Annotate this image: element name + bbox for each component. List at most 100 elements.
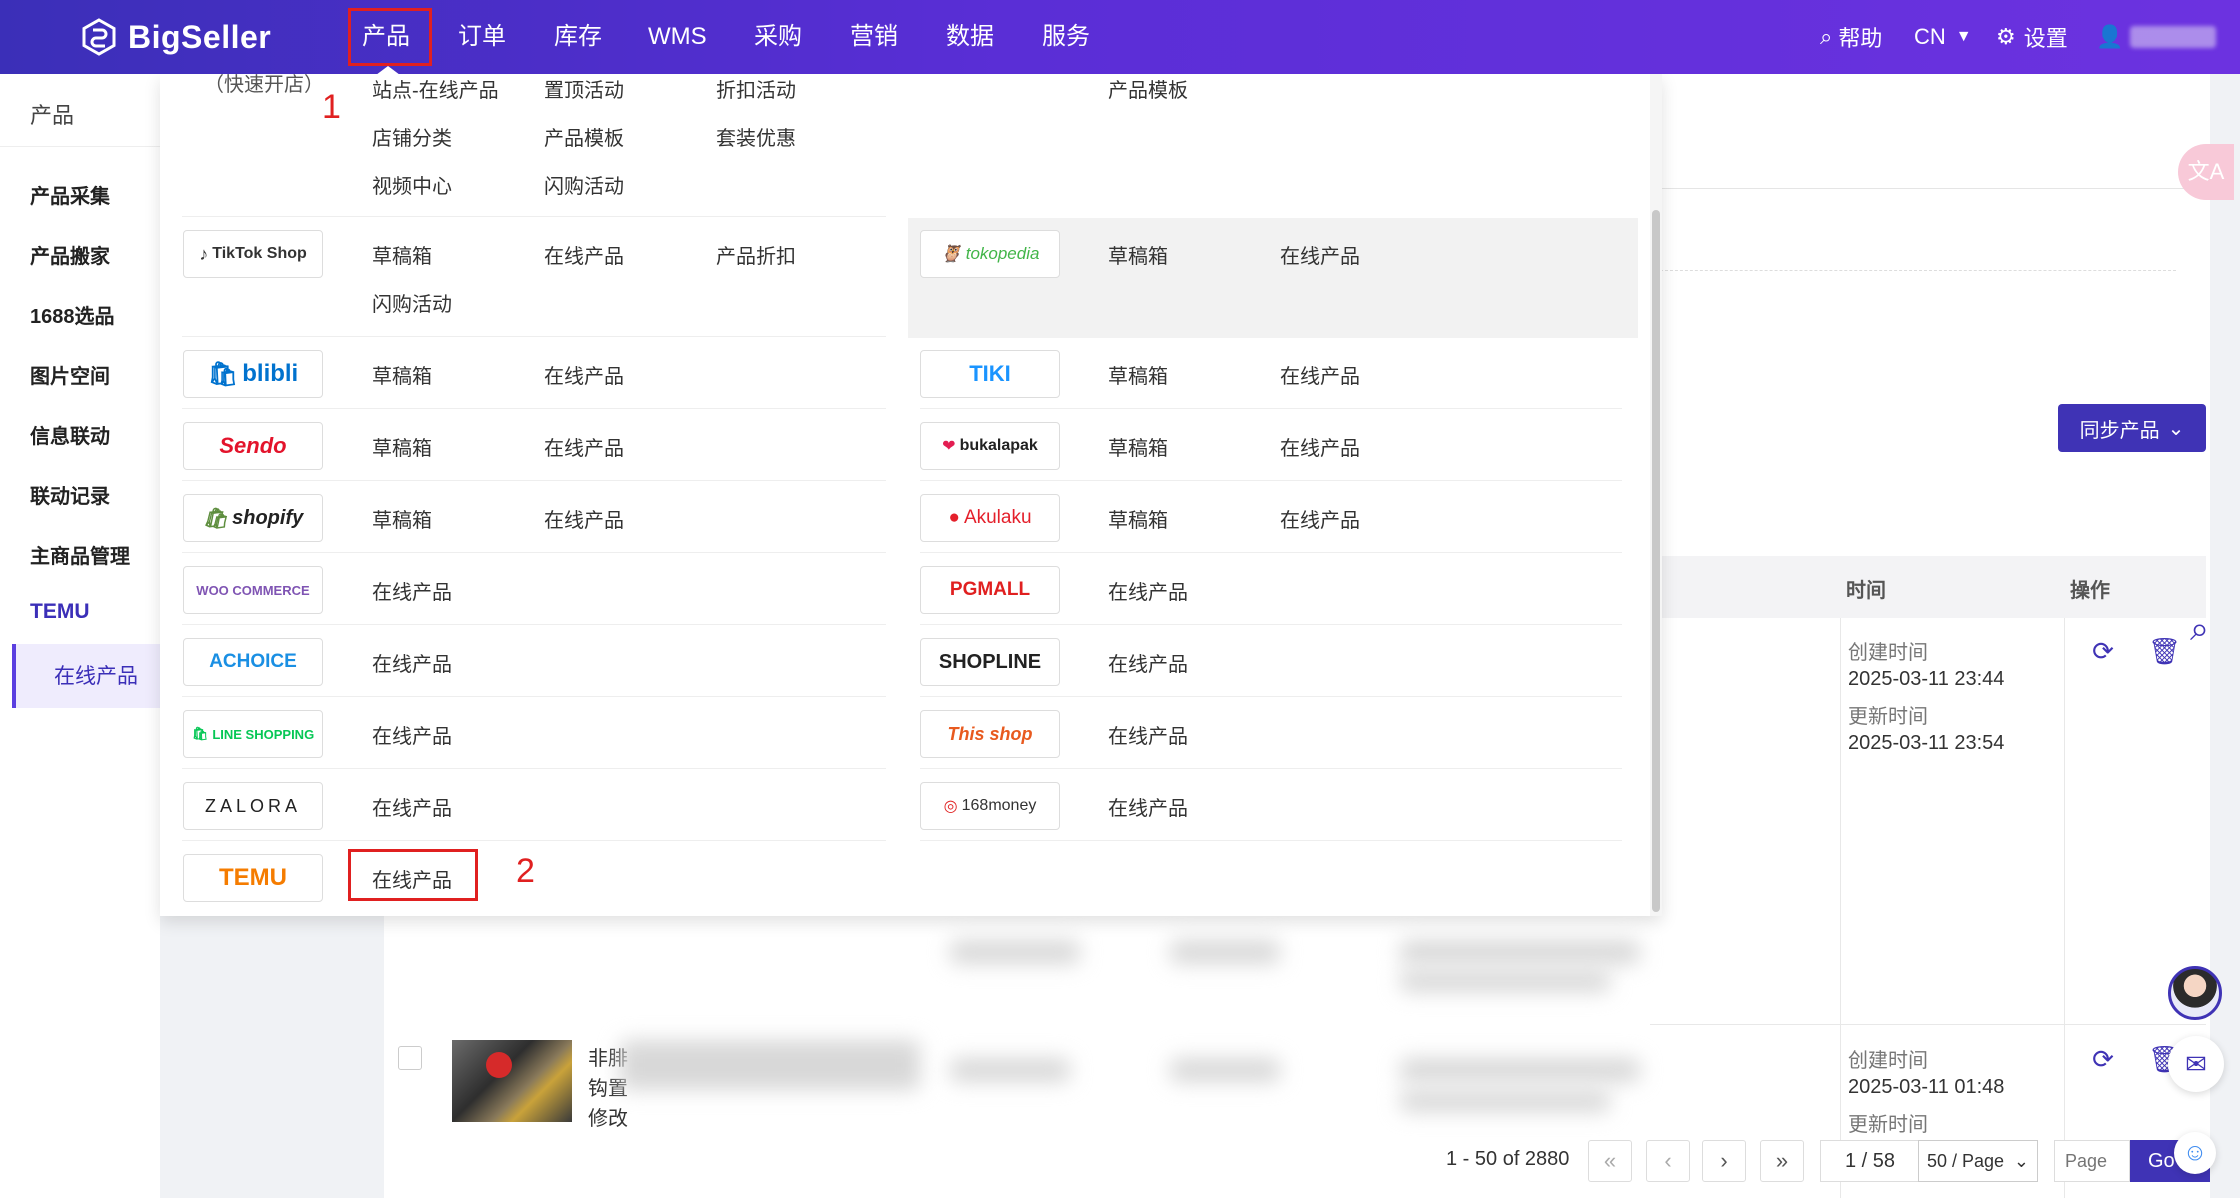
app-logo[interactable]: BigSeller <box>80 16 271 58</box>
platform-logo-temu: TEMU <box>183 854 323 902</box>
menu-link-product-template[interactable]: 产品模板 <box>1108 74 1188 103</box>
chat-icon[interactable]: ✉ <box>2168 1036 2224 1092</box>
platform-logo-akulaku: ● Akulaku <box>920 494 1060 542</box>
menu-scrollbar-thumb[interactable] <box>1652 210 1660 912</box>
platform-name: 168money <box>961 797 1037 814</box>
language-selector[interactable]: CN ▼ <box>1914 0 1972 74</box>
menu-link-online-products[interactable]: 在线产品 <box>1280 240 1360 269</box>
search-icon[interactable]: ⌕ <box>2190 610 2209 649</box>
divider <box>182 696 886 697</box>
platform-logo-tiktok-shop: ♪ TikTok Shop <box>183 230 323 278</box>
menu-link-online-products[interactable]: 在线产品 <box>1280 504 1360 533</box>
row-checkbox[interactable] <box>398 1046 422 1070</box>
search-icon: ⌕ <box>1820 24 1833 49</box>
menu-link-online-products[interactable]: 在线产品 <box>544 504 624 533</box>
menu-link-online-products[interactable]: 在线产品 <box>1280 360 1360 389</box>
user-name-blurred[interactable] <box>2130 26 2216 48</box>
platform-logo-shopify: 🛍 shopify <box>183 494 323 542</box>
menu-link-flash-sale[interactable]: 闪购活动 <box>544 170 624 199</box>
sidebar-item-1688-selection[interactable]: 1688选品 <box>30 300 115 329</box>
annotation-box-1 <box>348 8 432 66</box>
menu-link-drafts[interactable]: 草稿箱 <box>372 432 432 461</box>
menu-link-site-online-products[interactable]: 站点-在线产品 <box>372 74 499 103</box>
menu-link-online-products[interactable]: 在线产品 <box>372 720 452 749</box>
menu-link-drafts[interactable]: 草稿箱 <box>1108 360 1168 389</box>
bigseller-logo-icon <box>82 18 116 56</box>
menu-link-online-products[interactable]: 在线产品 <box>1108 648 1188 677</box>
menu-link-online-products[interactable]: 在线产品 <box>544 432 624 461</box>
product-name-line[interactable]: 修改 <box>588 1102 628 1131</box>
blurred-content <box>950 1058 1070 1082</box>
blurred-content <box>1400 970 1610 992</box>
platform-name: TEMU <box>219 864 287 891</box>
settings-link[interactable]: ⚙ 设置 <box>1996 0 2068 74</box>
delete-icon[interactable]: 🗑 <box>2148 636 2181 666</box>
menu-link-drafts[interactable]: 草稿箱 <box>1108 504 1168 533</box>
platform-name: bukalapak <box>959 437 1038 454</box>
translate-icon[interactable]: 文A <box>2178 144 2234 200</box>
nav-data[interactable]: 数据 <box>946 0 994 74</box>
menu-link-online-products[interactable]: 在线产品 <box>1108 720 1188 749</box>
support-avatar[interactable] <box>2168 966 2222 1020</box>
sync-icon[interactable]: ⟳ <box>2088 636 2118 666</box>
menu-link-drafts[interactable]: 草稿箱 <box>1108 240 1168 269</box>
sidebar-item-linkage-records[interactable]: 联动记录 <box>30 480 110 509</box>
help-link[interactable]: ⌕ 帮助 <box>1820 0 1882 74</box>
updated-time-value: 2025-03-11 23:54 <box>1848 732 2005 754</box>
menu-link-online-products[interactable]: 在线产品 <box>544 360 624 389</box>
user-icon[interactable]: 👤 <box>2096 0 2123 74</box>
divider <box>920 552 1622 553</box>
menu-link-online-products[interactable]: 在线产品 <box>1108 576 1188 605</box>
menu-link-online-products[interactable]: 在线产品 <box>544 240 624 269</box>
page-jump-input[interactable] <box>2054 1140 2130 1182</box>
menu-link-product-discount[interactable]: 产品折扣 <box>716 240 796 269</box>
nav-services[interactable]: 服务 <box>1042 0 1090 74</box>
menu-link-store-category[interactable]: 店铺分类 <box>372 122 452 151</box>
menu-link-drafts[interactable]: 草稿箱 <box>1108 432 1168 461</box>
divider <box>182 624 886 625</box>
sidebar-item-master-products[interactable]: 主商品管理 <box>30 540 130 569</box>
nav-marketing[interactable]: 营销 <box>850 0 898 74</box>
divider <box>920 696 1622 697</box>
nav-inventory[interactable]: 库存 <box>554 0 602 74</box>
annotation-number-2: 2 <box>516 852 535 890</box>
page-size-select[interactable]: 50 / Page ⌄ <box>1918 1140 2038 1182</box>
nav-orders[interactable]: 订单 <box>458 0 506 74</box>
menu-link-online-products[interactable]: 在线产品 <box>1280 432 1360 461</box>
annotation-number-1: 1 <box>322 88 341 126</box>
menu-link-discount-promotion[interactable]: 折扣活动 <box>716 74 796 103</box>
menu-link-product-template[interactable]: 产品模板 <box>544 122 624 151</box>
divider <box>182 840 886 841</box>
menu-link-pin-promotion[interactable]: 置顶活动 <box>544 74 624 103</box>
menu-link-flash-sale[interactable]: 闪购活动 <box>372 288 452 317</box>
sidebar-item-image-space[interactable]: 图片空间 <box>30 360 110 389</box>
prev-page-button[interactable]: ‹ <box>1646 1140 1690 1182</box>
menu-link-bundle-deal[interactable]: 套装优惠 <box>716 122 796 151</box>
last-page-button[interactable]: » <box>1760 1140 1804 1182</box>
platform-logo-shopline: SHOPLINE <box>920 638 1060 686</box>
menu-link-drafts[interactable]: 草稿箱 <box>372 504 432 533</box>
chevron-down-icon: ⌄ <box>2167 417 2185 440</box>
menu-link-video-center[interactable]: 视频中心 <box>372 170 452 199</box>
sidebar-title: 产品 <box>30 103 75 128</box>
menu-link-drafts[interactable]: 草稿箱 <box>372 240 432 269</box>
sidebar-item-product-migration[interactable]: 产品搬家 <box>30 240 110 269</box>
platform-logo-pgmall: PGMALL <box>920 566 1060 614</box>
menu-link-drafts[interactable]: 草稿箱 <box>372 360 432 389</box>
divider <box>920 408 1622 409</box>
sync-icon[interactable]: ⟳ <box>2088 1044 2118 1074</box>
feedback-icon[interactable]: ☺ <box>2174 1132 2216 1174</box>
first-page-button[interactable]: « <box>1588 1140 1632 1182</box>
menu-link-online-products[interactable]: 在线产品 <box>372 792 452 821</box>
sidebar-item-info-linkage[interactable]: 信息联动 <box>30 420 110 449</box>
sync-products-button[interactable]: 同步产品 ⌄ <box>2058 404 2206 452</box>
platform-logo-tiki: TIKI <box>920 350 1060 398</box>
sidebar-section-temu[interactable]: TEMU <box>30 600 90 624</box>
menu-link-online-products[interactable]: 在线产品 <box>372 648 452 677</box>
sidebar-item-product-collection[interactable]: 产品采集 <box>30 180 110 209</box>
nav-purchasing[interactable]: 采购 <box>754 0 802 74</box>
next-page-button[interactable]: › <box>1702 1140 1746 1182</box>
menu-link-online-products[interactable]: 在线产品 <box>1108 792 1188 821</box>
menu-link-online-products[interactable]: 在线产品 <box>372 576 452 605</box>
nav-wms[interactable]: WMS <box>648 0 707 74</box>
